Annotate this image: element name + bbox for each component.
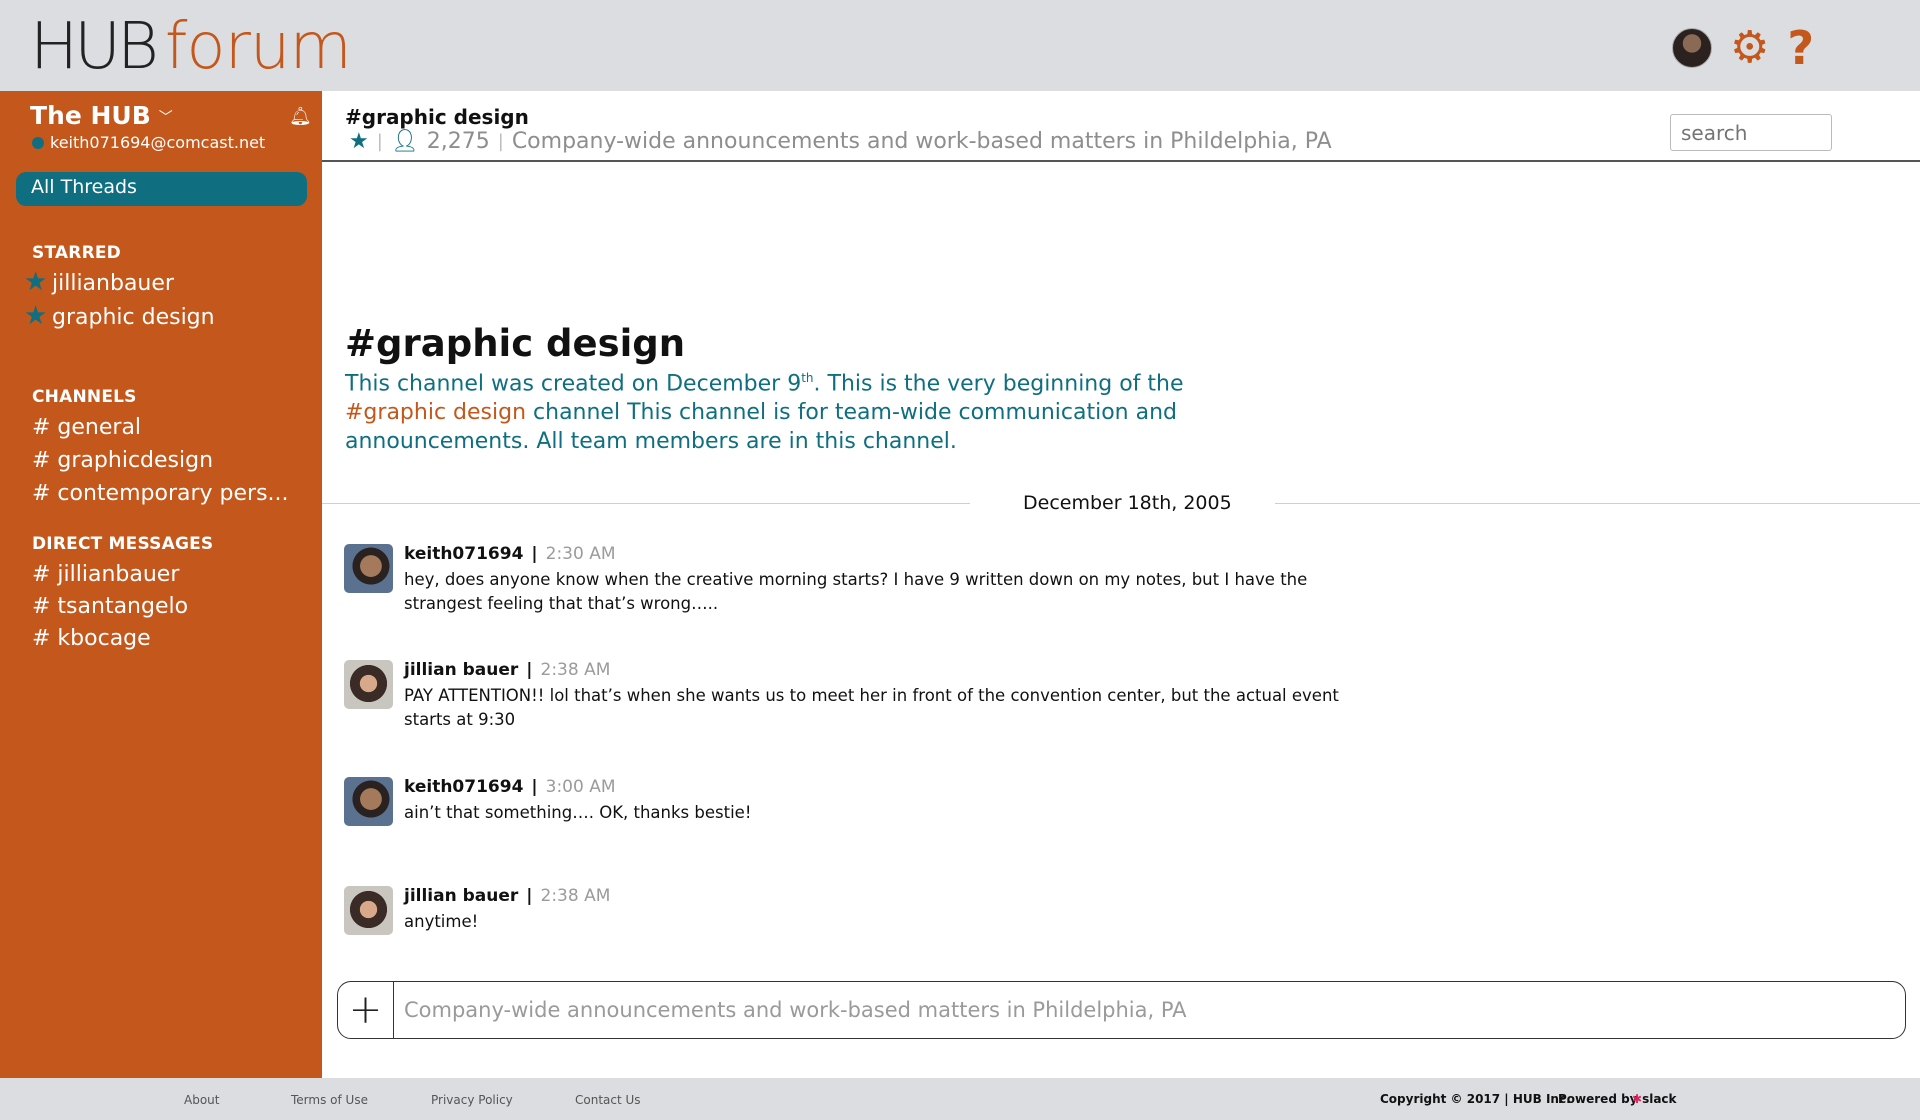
channel-link[interactable]: #graphic design <box>345 400 526 425</box>
bell-icon[interactable]: 🔔︎ <box>289 106 312 127</box>
team-switcher[interactable]: The HUB ﹀ <box>30 101 173 130</box>
top-icons: ⚙ ? <box>1671 25 1880 71</box>
member-icon: 👤︎ <box>390 129 419 154</box>
message-text: hey, does anyone know when the creative … <box>404 570 1308 613</box>
footer-privacy-link[interactable]: Privacy Policy <box>431 1093 513 1107</box>
intro-text-part: . This is the very beginning of the <box>813 371 1184 397</box>
dm-header: DIRECT MESSAGES <box>32 534 214 554</box>
user-status: keith071694@comcast.net <box>32 133 265 152</box>
starred-header: STARRED <box>32 243 121 263</box>
gear-icon[interactable]: ⚙ <box>1730 26 1769 70</box>
copyright: Copyright © 2017 | HUB Inc. <box>1380 1092 1571 1106</box>
sidebar-item-general[interactable]: # general <box>32 415 141 440</box>
timestamp: 2:38 AM <box>540 660 611 680</box>
divider: | <box>531 777 538 797</box>
status-dot-icon <box>32 136 44 149</box>
timestamp: 3:00 AM <box>545 777 616 797</box>
footer: About Terms of Use Privacy Policy Contac… <box>0 1078 1920 1120</box>
date-divider-line <box>322 503 970 504</box>
author-name[interactable]: keith071694 <box>404 777 523 797</box>
channels-header: CHANNELS <box>32 387 137 407</box>
user-avatar[interactable] <box>1671 28 1712 68</box>
timestamp: 2:30 AM <box>545 544 616 564</box>
intro-title: #graphic design <box>345 322 686 365</box>
logo-hub: HUB <box>30 10 159 84</box>
channel-title: #graphic design <box>345 105 529 129</box>
message-header: keith071694 | 3:00 AM <box>404 777 616 797</box>
sidebar-item-starred-jillianbauer[interactable]: ★ jillianbauer <box>24 267 174 297</box>
user-email: keith071694@comcast.net <box>50 133 266 152</box>
message-input[interactable] <box>394 998 1905 1022</box>
slack-label: slack <box>1642 1092 1677 1106</box>
avatar[interactable] <box>344 544 393 593</box>
author-name[interactable]: keith071694 <box>404 544 523 564</box>
slack-logo-icon[interactable]: ✱slack <box>1632 1092 1677 1106</box>
avatar[interactable] <box>344 777 393 826</box>
intro-text-part: This channel was created on December 9 <box>345 371 802 397</box>
date-divider-line <box>1275 503 1920 504</box>
sidebar: The HUB ﹀ 🔔︎ keith071694@comcast.net All … <box>0 91 322 1078</box>
message-composer: + <box>337 981 1906 1039</box>
chevron-down-icon: ﹀ <box>158 110 173 126</box>
date-divider: December 18th, 2005 <box>1023 492 1232 514</box>
intro-sup: th <box>801 371 814 385</box>
footer-contact-link[interactable]: Contact Us <box>575 1093 641 1107</box>
logo-forum: forum <box>164 10 352 84</box>
help-icon[interactable]: ? <box>1787 25 1814 71</box>
footer-terms-link[interactable]: Terms of Use <box>291 1093 368 1107</box>
timestamp: 2:38 AM <box>540 886 611 906</box>
message-header: keith071694 | 2:30 AM <box>404 544 616 564</box>
search-input[interactable] <box>1670 114 1832 151</box>
message-header: jillian bauer | 2:38 AM <box>404 660 610 680</box>
message-header: jillian bauer | 2:38 AM <box>404 886 610 906</box>
avatar[interactable] <box>344 660 393 709</box>
star-icon: ★ <box>24 267 48 297</box>
footer-about-link[interactable]: About <box>184 1093 219 1107</box>
message-text: ain’t that something…. OK, thanks bestie… <box>404 803 752 822</box>
sidebar-item-dm-kbocage[interactable]: # kbocage <box>32 626 151 651</box>
plus-icon[interactable]: + <box>338 982 394 1038</box>
channel-meta: ★ | 👤︎ 2,275 | Company-wide announcement… <box>349 129 1332 154</box>
all-threads-button[interactable]: All Threads <box>16 172 307 206</box>
menu-icon[interactable] <box>1832 31 1880 65</box>
sidebar-item-dm-tsantangelo[interactable]: # tsantangelo <box>32 594 188 619</box>
message-text: PAY ATTENTION!! lol that’s when she want… <box>404 686 1339 729</box>
divider: | <box>526 886 533 906</box>
star-icon[interactable]: ★ <box>349 129 369 154</box>
top-bar: HUB forum ⚙ ? <box>0 0 1920 91</box>
sidebar-item-dm-jillianbauer[interactable]: # jillianbauer <box>32 562 179 587</box>
divider: | <box>497 131 504 152</box>
sidebar-item-starred-graphic-design[interactable]: ★ graphic design <box>24 301 215 331</box>
star-icon: ★ <box>24 301 48 331</box>
author-name[interactable]: jillian bauer <box>404 886 518 906</box>
divider: | <box>531 544 538 564</box>
sidebar-item-contemporary[interactable]: # contemporary pers... <box>32 481 289 506</box>
team-name: The HUB <box>30 101 151 130</box>
sidebar-item-graphicdesign[interactable]: # graphicdesign <box>32 448 213 473</box>
avatar[interactable] <box>344 886 393 935</box>
channel-description: Company-wide announcements and work-base… <box>511 129 1332 154</box>
sidebar-item-label: jillianbauer <box>52 271 174 296</box>
powered-by: Powered by <box>1558 1092 1638 1106</box>
sidebar-item-label: graphic design <box>52 305 215 330</box>
divider: | <box>526 660 533 680</box>
message-text: anytime! <box>404 912 479 931</box>
author-name[interactable]: jillian bauer <box>404 660 518 680</box>
divider: | <box>376 131 383 152</box>
intro-text: This channel was created on December 9th… <box>345 364 1275 456</box>
member-count[interactable]: 2,275 <box>427 129 490 154</box>
app-logo[interactable]: HUB forum <box>30 10 352 84</box>
